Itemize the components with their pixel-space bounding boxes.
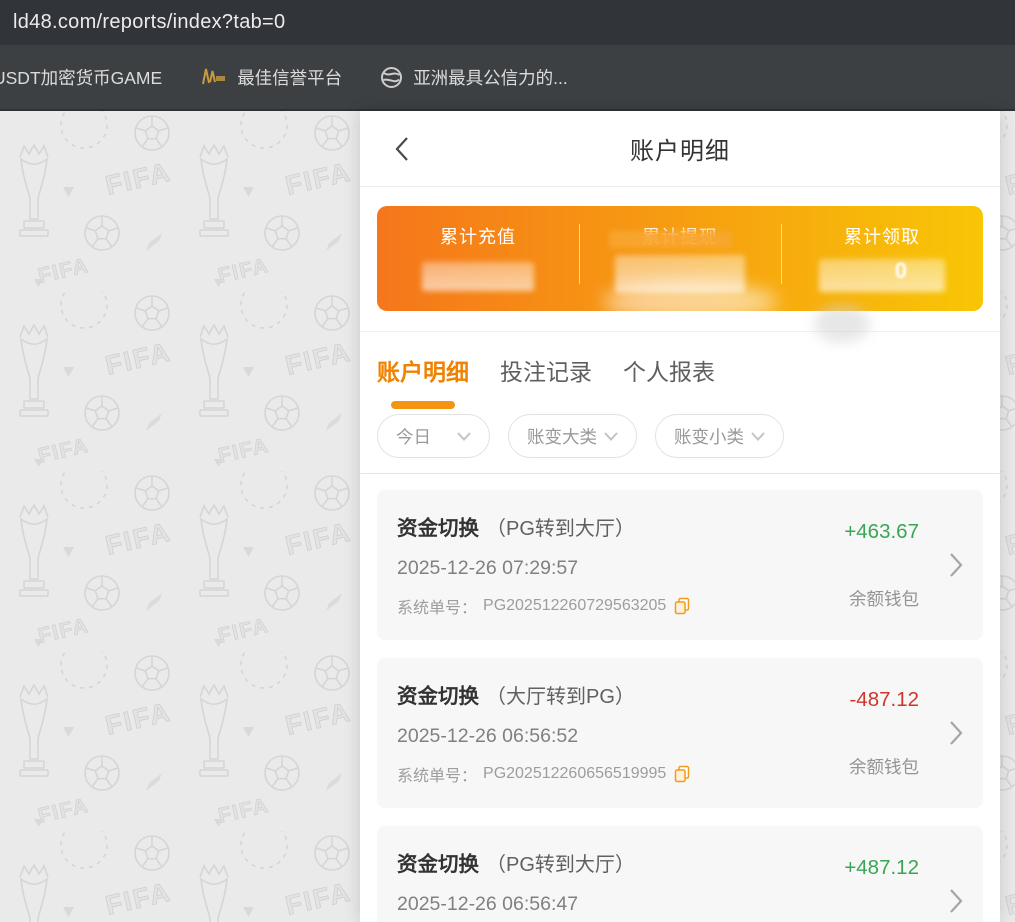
column-divider xyxy=(780,224,782,284)
transaction-amount-block: +463.67 余额钱包 xyxy=(844,511,919,618)
tab-personal-report[interactable]: 个人报表 xyxy=(623,353,715,389)
bookmark-usdt-game[interactable]: USDT加密货币GAME xyxy=(0,65,162,90)
censor-digit: 0 xyxy=(894,258,907,283)
filter-label: 账变小类 xyxy=(674,426,744,447)
app-panel: 账户明细 累计充值 累计提现 累计领取 0 xyxy=(360,111,1000,922)
summary-col-deposit: 累计充值 xyxy=(377,206,579,311)
chevron-down-icon xyxy=(604,431,618,441)
transaction-amount: +463.67 xyxy=(844,520,919,543)
chevron-right-icon[interactable] xyxy=(949,552,963,578)
column-divider xyxy=(578,224,580,284)
order-number: PG202512260729563205 xyxy=(483,597,667,614)
transaction-amount-block: +487.12 余额钱包 xyxy=(844,847,919,922)
summary-label: 累计领取 xyxy=(844,227,920,247)
order-label: 系统单号： xyxy=(397,768,478,785)
bookmark-label: USDT加密货币GAME xyxy=(0,67,163,88)
transaction-note: （PG转到大厅） xyxy=(486,854,635,876)
censor-smudge xyxy=(603,283,778,321)
transaction-card[interactable]: 资金切换 （PG转到大厅） 2025-12-26 06:56:47 系统单号：P… xyxy=(377,826,983,922)
hidden-value-blur xyxy=(819,259,945,292)
transaction-info: 资金切换 （大厅转到PG） 2025-12-26 06:56:52 系统单号： P… xyxy=(397,679,690,786)
main-area: FIFA FIFA 账户明细 xyxy=(0,111,1015,922)
url-text: ld48.com/reports/index?tab=0 xyxy=(13,11,286,33)
bookmark-asia-credibility[interactable]: 亚洲最具公信力的... xyxy=(380,65,568,90)
bookmark-best-reputation[interactable]: 最佳信誉平台 xyxy=(200,65,342,90)
transaction-amount: -487.12 xyxy=(849,688,919,711)
chevron-right-icon[interactable] xyxy=(949,888,963,914)
summary-label: 累计充值 xyxy=(440,227,516,247)
chevron-down-icon xyxy=(457,431,471,441)
transaction-datetime: 2025-12-26 06:56:47 xyxy=(397,893,579,915)
censor-smudge xyxy=(814,305,870,343)
filter-major-category-dropdown[interactable]: 账变大类 xyxy=(508,414,637,458)
transaction-note: （大厅转到PG） xyxy=(486,686,635,708)
chevron-right-icon[interactable] xyxy=(949,720,963,746)
transaction-info: 资金切换 （PG转到大厅） 2025-12-26 07:29:57 系统单号： P… xyxy=(397,511,690,618)
wallet-type: 余额钱包 xyxy=(849,757,919,777)
transaction-type: 资金切换 xyxy=(397,685,479,708)
transaction-datetime: 2025-12-26 07:29:57 xyxy=(397,557,579,579)
bookmark-label: 最佳信誉平台 xyxy=(237,67,343,88)
chevron-down-icon xyxy=(751,431,765,441)
transaction-card[interactable]: 资金切换 （PG转到大厅） 2025-12-26 07:29:57 系统单号： P… xyxy=(377,490,983,640)
transaction-card[interactable]: 资金切换 （大厅转到PG） 2025-12-26 06:56:52 系统单号： P… xyxy=(377,658,983,808)
transaction-datetime: 2025-12-26 06:56:52 xyxy=(397,725,579,747)
transaction-amount: +487.12 xyxy=(844,856,919,879)
tabs-row: 账户明细 投注记录 个人报表 xyxy=(360,332,1000,413)
screen: ld48.com/reports/index?tab=0 USDT加密货币GAM… xyxy=(0,0,1015,922)
transaction-type: 资金切换 xyxy=(397,853,479,876)
page-header: 账户明细 xyxy=(360,111,1000,187)
transaction-list: 资金切换 （PG转到大厅） 2025-12-26 07:29:57 系统单号： P… xyxy=(360,474,1000,922)
browser-url-bar[interactable]: ld48.com/reports/index?tab=0 xyxy=(0,0,1015,45)
back-button[interactable] xyxy=(394,135,410,163)
summary-col-claim: 累计领取 0 xyxy=(781,206,983,311)
filters-row: 今日 账变大类 账变小类 xyxy=(360,413,1000,473)
hidden-value-blur xyxy=(422,262,534,291)
transaction-note: （PG转到大厅） xyxy=(486,518,635,540)
censor-smudge xyxy=(609,231,732,248)
globe-icon xyxy=(380,66,403,89)
gold-logo-icon xyxy=(200,67,227,87)
transaction-info: 资金切换 （PG转到大厅） 2025-12-26 06:56:47 系统单号：P… xyxy=(397,847,690,922)
order-label: 系统单号： xyxy=(397,600,478,617)
bookmarks-bar: USDT加密货币GAME 最佳信誉平台 亚洲最具公信力的... xyxy=(0,45,1015,111)
filter-label: 账变大类 xyxy=(527,426,597,447)
transaction-amount-block: -487.12 余额钱包 xyxy=(849,679,919,786)
tab-account-details[interactable]: 账户明细 xyxy=(377,353,469,389)
tab-bet-records[interactable]: 投注记录 xyxy=(500,353,592,389)
copy-icon[interactable] xyxy=(674,597,690,615)
wallet-type: 余额钱包 xyxy=(849,589,919,609)
transaction-type: 资金切换 xyxy=(397,517,479,540)
filter-label: 今日 xyxy=(396,426,431,447)
summary-section: 累计充值 累计提现 累计领取 0 xyxy=(360,187,1000,343)
copy-icon[interactable] xyxy=(674,765,690,783)
page-title: 账户明细 xyxy=(630,138,730,165)
filter-date-dropdown[interactable]: 今日 xyxy=(377,414,490,458)
bookmark-label: 亚洲最具公信力的... xyxy=(413,67,568,88)
order-number: PG202512260656519995 xyxy=(483,765,667,782)
filter-minor-category-dropdown[interactable]: 账变小类 xyxy=(655,414,784,458)
